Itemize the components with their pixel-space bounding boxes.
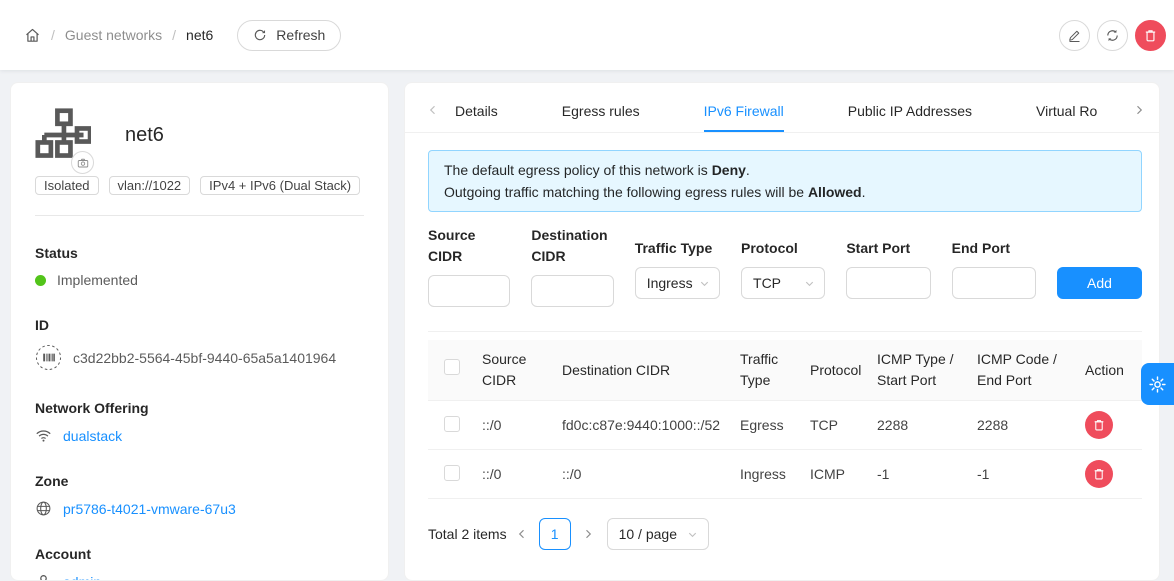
pagination-total: Total 2 items — [428, 526, 507, 542]
protocol-label: Protocol — [741, 225, 825, 267]
restart-network-button[interactable] — [1097, 20, 1128, 51]
traffic-type-label: Traffic Type — [635, 225, 720, 267]
pagination-page-1[interactable]: 1 — [539, 518, 571, 550]
network-offering-link[interactable]: dualstack — [63, 428, 122, 444]
add-rule-button[interactable]: Add — [1057, 267, 1142, 299]
zone-link[interactable]: pr5786-t4021-vmware-67u3 — [63, 501, 236, 517]
tabs-scroll-left-icon[interactable] — [427, 104, 439, 116]
field-status: Status Implemented — [35, 245, 364, 288]
row-checkbox[interactable] — [444, 416, 460, 432]
tag-stack: IPv4 + IPv6 (Dual Stack) — [200, 176, 360, 195]
col-protocol: Protocol — [802, 340, 869, 401]
breadcrumb: / Guest networks / net6 Refresh — [24, 20, 341, 51]
status-dot-icon — [35, 275, 46, 286]
breadcrumb-separator: / — [172, 27, 176, 43]
rules-table: Source CIDR Destination CIDR Traffic Typ… — [428, 340, 1142, 499]
policy-allowed: Allowed — [808, 184, 862, 200]
col-action: Action — [1077, 340, 1142, 401]
policy-deny: Deny — [712, 162, 746, 178]
refresh-button[interactable]: Refresh — [237, 20, 341, 51]
end-port-label: End Port — [952, 225, 1036, 267]
table-header-row: Source CIDR Destination CIDR Traffic Typ… — [428, 340, 1142, 401]
add-rule-form: Source CIDR Destination CIDR Traffic Typ… — [428, 225, 1142, 307]
field-id: ID c3d22bb2-5564-45bf-9440-65a5a1401964 — [35, 317, 364, 371]
delete-rule-button[interactable] — [1085, 460, 1113, 488]
topbar-actions — [1059, 20, 1166, 51]
table-row: ::/0 fd0c:c87e:9440:1000::/52 Egress TCP… — [428, 401, 1142, 450]
tag-vlan: vlan://1022 — [109, 176, 191, 195]
end-port-input[interactable] — [952, 267, 1036, 299]
camera-icon — [77, 157, 89, 169]
divider — [35, 215, 364, 216]
breadcrumb-separator: / — [51, 27, 55, 43]
globe-icon — [35, 500, 52, 517]
gear-icon — [1148, 375, 1167, 394]
trash-icon — [1092, 418, 1106, 432]
tag-isolated: Isolated — [35, 176, 99, 195]
content-area: net6 Isolated vlan://1022 IPv4 + IPv6 (D… — [0, 70, 1174, 581]
col-icmp-type: ICMP Type / Start Port — [869, 340, 969, 401]
chevron-down-icon — [687, 529, 698, 540]
delete-network-button[interactable] — [1135, 20, 1166, 51]
trash-icon — [1143, 28, 1158, 43]
resource-header: net6 — [35, 107, 364, 163]
home-icon[interactable] — [24, 27, 41, 44]
breadcrumb-guest-networks[interactable]: Guest networks — [65, 27, 162, 43]
field-account: Account admin — [35, 546, 364, 581]
reload-icon — [253, 28, 267, 42]
tabs-scroll-right-icon[interactable] — [1133, 104, 1145, 116]
divider — [428, 331, 1142, 332]
refresh-label: Refresh — [276, 27, 325, 43]
source-cidr-input[interactable] — [428, 275, 510, 307]
destination-cidr-label: Destination CIDR — [531, 225, 613, 275]
tabs-bar: Details Egress rules IPv6 Firewall Publi… — [405, 83, 1159, 133]
detail-panel: Details Egress rules IPv6 Firewall Publi… — [404, 82, 1160, 581]
source-cidr-label: Source CIDR — [428, 225, 510, 275]
page-size-select[interactable]: 10 / page — [607, 518, 709, 550]
settings-drawer-button[interactable] — [1141, 363, 1174, 405]
breadcrumb-current: net6 — [186, 27, 213, 43]
tab-egress-rules[interactable]: Egress rules — [562, 93, 640, 132]
resource-sidebar: net6 Isolated vlan://1022 IPv4 + IPv6 (D… — [10, 82, 389, 581]
delete-rule-button[interactable] — [1085, 411, 1113, 439]
egress-policy-alert: The default egress policy of this networ… — [428, 150, 1142, 212]
start-port-label: Start Port — [846, 225, 930, 267]
start-port-input[interactable] — [846, 267, 930, 299]
user-icon — [35, 573, 52, 581]
edit-button[interactable] — [1059, 20, 1090, 51]
col-icmp-code: ICMP Code / End Port — [969, 340, 1077, 401]
pencil-icon — [1067, 28, 1082, 43]
page-title: net6 — [125, 124, 164, 147]
tab-details[interactable]: Details — [455, 93, 498, 132]
pagination: Total 2 items 1 10 / page — [428, 518, 1142, 550]
resource-id-value: c3d22bb2-5564-45bf-9440-65a5a1401964 — [73, 350, 336, 366]
chevron-down-icon — [804, 278, 815, 289]
field-network-offering: Network Offering dualstack — [35, 400, 364, 444]
upload-icon-button[interactable] — [71, 151, 94, 174]
col-source-cidr: Source CIDR — [474, 340, 554, 401]
tab-ipv6-firewall[interactable]: IPv6 Firewall — [704, 93, 784, 132]
chevron-down-icon — [699, 278, 710, 289]
col-traffic-type: Traffic Type — [732, 340, 802, 401]
sync-icon — [1105, 28, 1120, 43]
traffic-type-select[interactable]: Ingress — [635, 267, 720, 299]
trash-icon — [1092, 467, 1106, 481]
select-all-checkbox[interactable] — [444, 359, 460, 375]
col-destination-cidr: Destination CIDR — [554, 340, 732, 401]
resource-tags: Isolated vlan://1022 IPv4 + IPv6 (Dual S… — [35, 176, 364, 195]
account-link[interactable]: admin — [63, 574, 101, 581]
protocol-select[interactable]: TCP — [741, 267, 825, 299]
tab-public-ip-addresses[interactable]: Public IP Addresses — [848, 93, 972, 132]
table-row: ::/0 ::/0 Ingress ICMP -1 -1 — [428, 450, 1142, 499]
pagination-next-icon[interactable] — [582, 528, 594, 540]
destination-cidr-input[interactable] — [531, 275, 613, 307]
topbar: / Guest networks / net6 Refresh — [0, 0, 1174, 70]
wifi-icon — [35, 427, 52, 444]
tab-virtual-routers[interactable]: Virtual Ro — [1036, 93, 1097, 132]
row-checkbox[interactable] — [444, 465, 460, 481]
field-zone: Zone pr5786-t4021-vmware-67u3 — [35, 473, 364, 517]
pagination-prev-icon[interactable] — [516, 528, 528, 540]
status-value: Implemented — [57, 272, 138, 288]
barcode-icon — [35, 344, 62, 371]
